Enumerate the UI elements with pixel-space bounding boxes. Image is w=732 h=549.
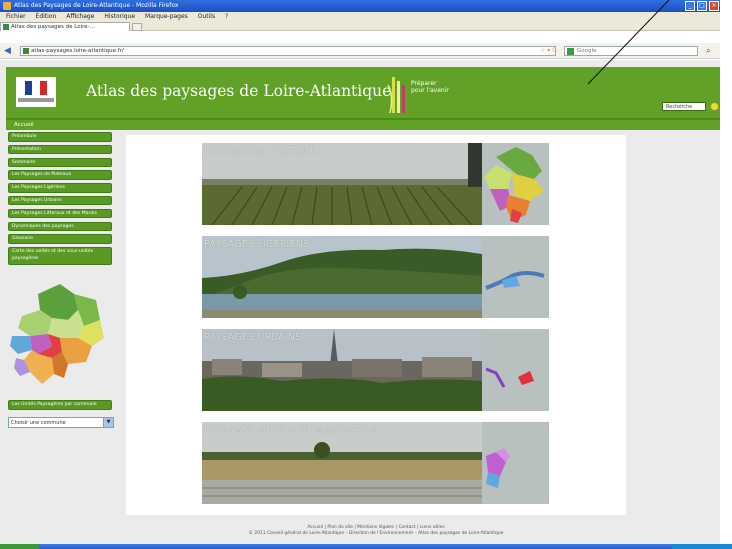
window-right-edge — [720, 0, 732, 549]
url-input[interactable]: atlas-paysages.loire-atlantique.fr/ — [20, 46, 556, 56]
sidebar-item-presentation[interactable]: Présentation — [8, 144, 112, 155]
new-tab-button[interactable] — [132, 23, 142, 31]
logo-caption — [18, 98, 54, 102]
system-tray — [672, 544, 732, 549]
sidebar-item-littoraux[interactable]: Les Paysages Littoraux et des Marais — [8, 208, 112, 219]
maximize-button[interactable]: □ — [697, 1, 707, 11]
sidebar-item-sommaire[interactable]: Sommaire — [8, 157, 112, 168]
window-title: Atlas des Paysages de Loire-Atlantique -… — [14, 2, 179, 9]
menu-bookmarks[interactable]: Marque-pages — [145, 13, 188, 20]
main-content: PAYSAGES de PLATEAUX PAYSAGES LIGÉRIENS … — [126, 135, 626, 515]
sidebar-item-dynamiques[interactable]: Dynamiques des paysages — [8, 221, 112, 232]
start-button[interactable] — [0, 544, 40, 549]
site-footer: Accueil | Plan du site | Mentions légale… — [126, 525, 626, 537]
sidebar-item-plateaux[interactable]: Les Paysages de Plateaux — [8, 170, 112, 180]
department-map[interactable] — [8, 280, 108, 388]
commune-search-label: Les Unités Paysagères par commune — [8, 400, 112, 410]
littoraux-mini-map — [482, 422, 549, 504]
brand-mark-icon — [387, 77, 405, 114]
firefox-icon — [3, 2, 11, 10]
window-titlebar: Atlas des Paysages de Loire-Atlantique -… — [0, 0, 720, 12]
panel-plateaux-title: PAYSAGES de PLATEAUX — [204, 146, 320, 157]
panel-littoraux-title: PAYSAGES LITTORAUX et des MARAIS — [204, 425, 378, 436]
panel-ligeriens[interactable]: PAYSAGES LIGÉRIENS — [202, 236, 549, 318]
search-engine-icon — [567, 48, 574, 55]
prefecture-logo[interactable] — [16, 77, 56, 107]
slogan: Préparer pour l'avenir — [411, 80, 449, 94]
breadcrumb-home[interactable]: Accueil — [14, 121, 34, 129]
panel-plateaux[interactable]: PAYSAGES de PLATEAUX — [202, 143, 549, 225]
plateaux-mini-map — [482, 143, 549, 225]
close-button[interactable]: ✕ — [709, 1, 719, 11]
favicon-icon — [3, 24, 9, 30]
sidebar-menu: Préambule Présentation Sommaire Les Pays… — [8, 132, 116, 268]
tab-active[interactable]: Atlas des paysages de Loire-… — [0, 22, 130, 31]
sidebar-item-ligeriens[interactable]: Les Paysages Ligériens — [8, 183, 112, 193]
sidebar-item-preambule[interactable]: Préambule — [8, 132, 112, 142]
search-go-button[interactable] — [710, 102, 719, 111]
web-page: Atlas des paysages de Loire-Atlantique P… — [0, 60, 724, 544]
url-text: atlas-paysages.loire-atlantique.fr/ — [31, 48, 124, 54]
menu-bar: Fichier Édition Affichage Historique Mar… — [0, 12, 720, 21]
site-title[interactable]: Atlas des paysages de Loire-Atlantique — [86, 82, 391, 100]
panel-urbains-title: PAYSAGES URBAINS — [204, 332, 302, 343]
french-flag-icon — [25, 81, 47, 95]
window-controls: _ □ ✕ — [684, 0, 720, 12]
panel-ligeriens-title: PAYSAGES LIGÉRIENS — [204, 239, 310, 250]
sidebar-item-carte-unites[interactable]: Carte des unités et des sous-unités pays… — [8, 247, 112, 266]
back-arrow-icon[interactable]: ◀ — [4, 46, 14, 56]
tab-bar: Atlas des paysages de Loire-… — [0, 21, 720, 31]
tab-label: Atlas des paysages de Loire-… — [11, 24, 96, 30]
search-input[interactable]: Google — [564, 46, 698, 56]
commune-select[interactable]: Choisir une commune ▼ — [8, 417, 114, 428]
panel-littoraux[interactable]: PAYSAGES LITTORAUX et des MARAIS — [202, 422, 549, 504]
sidebar-item-urbains[interactable]: Les Paysages Urbains — [8, 195, 112, 206]
bookmark-star-icon[interactable]: ☆ ▾ C — [540, 46, 556, 56]
ligeriens-mini-map — [482, 236, 549, 318]
minimize-button[interactable]: _ — [685, 1, 695, 11]
site-search-input[interactable]: Recherche — [662, 102, 706, 111]
panel-urbains[interactable]: PAYSAGES URBAINS — [202, 329, 549, 411]
menu-help[interactable]: ? — [225, 13, 228, 20]
magnifier-icon[interactable]: ⌕ — [706, 46, 710, 56]
breadcrumb-bar: Accueil — [6, 120, 724, 130]
site-header: Atlas des paysages de Loire-Atlantique P… — [6, 67, 724, 120]
menu-tools[interactable]: Outils — [198, 13, 215, 20]
os-taskbar — [0, 544, 732, 549]
menu-history[interactable]: Historique — [104, 13, 135, 20]
chevron-down-icon[interactable]: ▼ — [103, 418, 113, 427]
search-placeholder: Google — [577, 48, 597, 54]
menu-file[interactable]: Fichier — [6, 13, 26, 20]
footer-copyright: © 2011 Conseil général de Loire-Atlantiq… — [248, 531, 504, 536]
commune-select-value: Choisir une commune — [11, 420, 66, 426]
navigation-bar: ◀ atlas-paysages.loire-atlantique.fr/ ☆ … — [0, 43, 720, 59]
screenshot: Atlas des Paysages de Loire-Atlantique -… — [0, 0, 732, 549]
menu-view[interactable]: Affichage — [66, 13, 94, 20]
site-identity-icon — [23, 48, 29, 54]
menu-edit[interactable]: Édition — [36, 13, 57, 20]
urbains-mini-map — [482, 329, 549, 411]
sidebar-item-glossaire[interactable]: Glossaire — [8, 234, 112, 244]
